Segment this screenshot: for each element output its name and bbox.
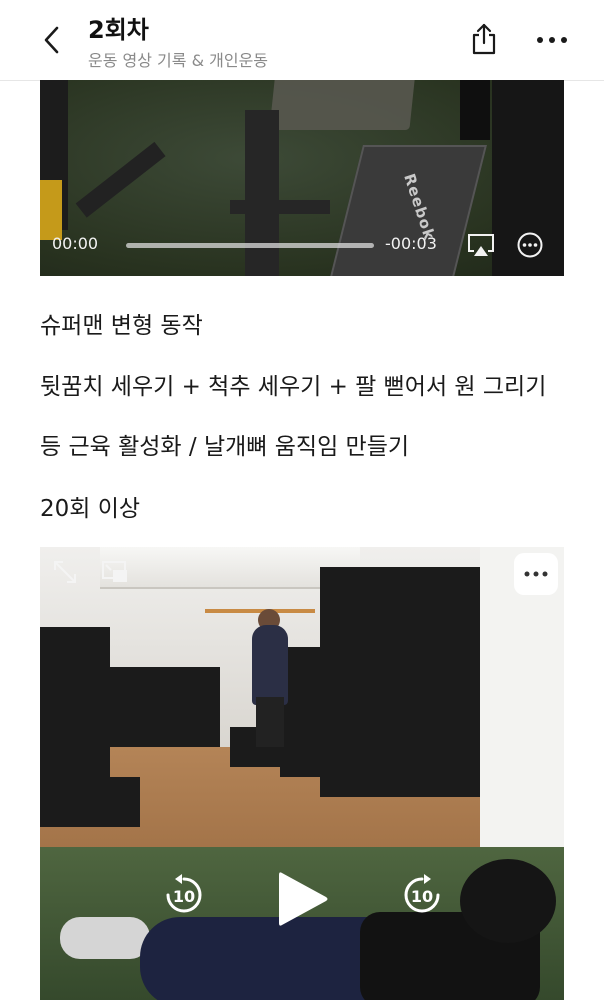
text-line-2: 뒷꿈치 세우기 + 척추 세우기 + 팔 뻗어서 원 그리기 <box>40 374 547 400</box>
airplay-icon <box>468 234 494 256</box>
nav-header: 2회차 운동 영상 기록 & 개인운동 <box>0 0 604 81</box>
video-player-2[interactable]: 10 10 <box>40 547 564 1000</box>
exercise-mat <box>269 80 415 130</box>
forward-button[interactable]: 10 <box>400 873 444 917</box>
share-button[interactable] <box>466 20 502 58</box>
page-subtitle: 운동 영상 기록 & 개인운동 <box>88 51 269 70</box>
bench <box>230 727 380 767</box>
more-options-button[interactable] <box>528 26 576 54</box>
page-title: 2회차 <box>88 16 149 44</box>
play-icon <box>279 872 328 926</box>
text-line-4: 20회 이상 <box>40 496 141 522</box>
text-line-3: 등 근육 활성화 / 날개뼈 움직임 만들기 <box>40 434 410 460</box>
rack-base <box>230 200 330 214</box>
video-player-1[interactable]: Reebok 00:00 -00:03 <box>40 80 564 276</box>
video-controls: 00:00 -00:03 <box>40 228 564 268</box>
gym-machine <box>100 667 220 747</box>
expand-icon <box>54 561 76 583</box>
person-leg <box>460 80 490 140</box>
fullscreen-button[interactable] <box>50 557 80 587</box>
person-head <box>460 859 556 943</box>
text-line-1: 슈퍼맨 변형 동작 <box>40 313 203 339</box>
ellipsis-circle-icon <box>517 232 543 258</box>
current-time: 00:00 <box>52 234 99 253</box>
remaining-time: -00:03 <box>385 234 437 253</box>
ellipsis-icon <box>537 37 567 43</box>
ellipsis-icon <box>524 571 548 577</box>
back-button[interactable] <box>36 22 68 58</box>
forward-10-icon: 10 <box>404 874 440 913</box>
airplay-button[interactable] <box>466 231 496 259</box>
picture-in-picture-button[interactable] <box>100 557 130 587</box>
video-options-button[interactable] <box>516 231 544 259</box>
video-more-button[interactable] <box>514 553 558 595</box>
bench <box>40 777 140 827</box>
trainer-body <box>252 625 288 705</box>
progress-track[interactable] <box>126 243 374 248</box>
share-icon <box>472 23 496 55</box>
rewind-10-icon: 10 <box>166 874 202 913</box>
person-feet <box>60 917 150 959</box>
rewind-seconds: 10 <box>173 887 195 906</box>
chevron-left-icon <box>44 26 59 54</box>
play-button[interactable] <box>276 869 330 929</box>
trainer-legs <box>256 697 284 747</box>
forward-seconds: 10 <box>411 887 433 906</box>
pip-icon <box>102 561 127 582</box>
rewind-button[interactable]: 10 <box>162 873 206 917</box>
